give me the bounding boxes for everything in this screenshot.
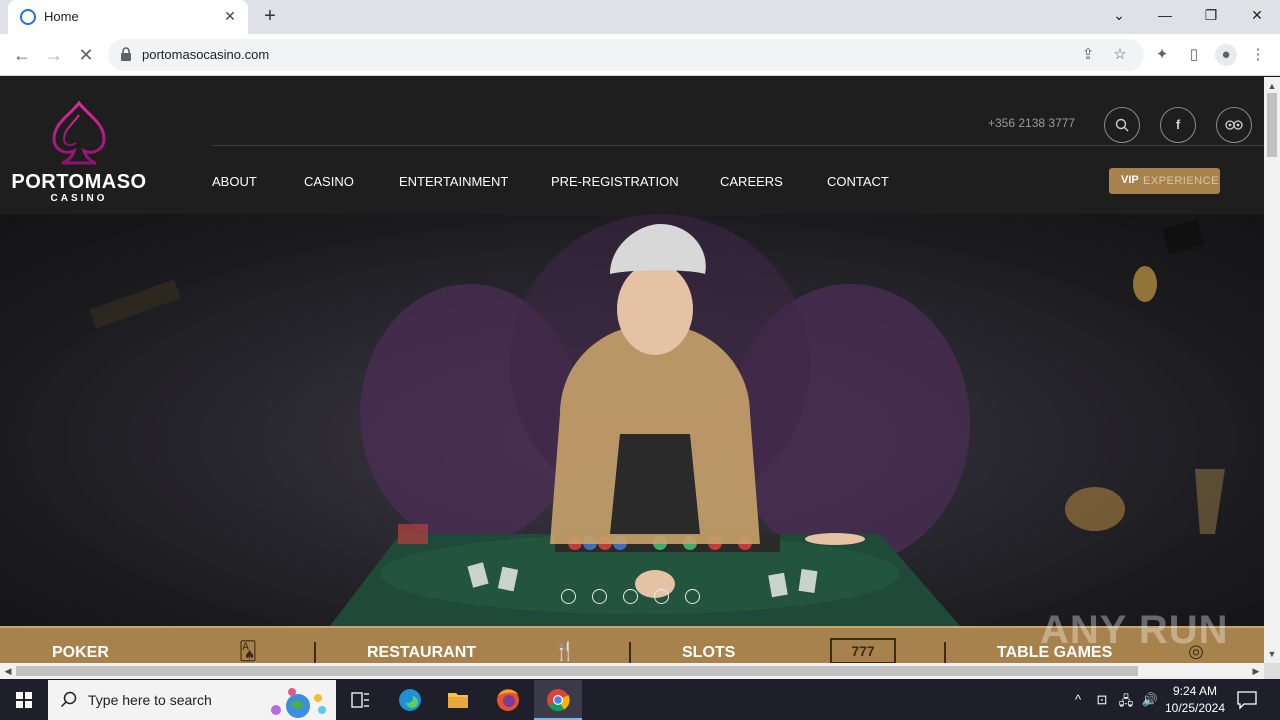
tab-search-icon[interactable]: ⌄ (1096, 0, 1142, 30)
back-icon[interactable]: ← (9, 42, 35, 68)
category-divider (314, 642, 316, 663)
close-window-button[interactable]: ✕ (1234, 0, 1280, 30)
horizontal-scroll-thumb[interactable] (16, 666, 1138, 676)
search-highlight-art-icon (271, 688, 326, 718)
firefox-icon[interactable] (484, 680, 532, 720)
minimize-button[interactable]: — (1142, 0, 1188, 30)
search-placeholder: Type here to search (88, 692, 212, 708)
facebook-icon[interactable]: f (1160, 107, 1196, 143)
tab-title: Home (44, 9, 79, 24)
clock-date: 10/25/2024 (1164, 701, 1226, 715)
scroll-up-icon[interactable]: ▲ (1264, 79, 1280, 93)
slider-dot-3[interactable] (623, 589, 638, 604)
clock-time: 9:24 AM (1172, 684, 1218, 698)
url-text: portomasocasino.com (142, 47, 270, 62)
windows-taskbar: Type here to search ^ ⊡ 🖧 🔊 9:24 AM 10/2… (0, 680, 1280, 720)
tripadvisor-owl-icon (1225, 120, 1243, 130)
fork-knife-icon: 🍴 (553, 641, 577, 661)
task-view-icon[interactable] (336, 680, 384, 720)
slider-dot-4[interactable] (654, 589, 669, 604)
profile-avatar-icon[interactable]: ● (1215, 44, 1237, 66)
nav-contact[interactable]: CONTACT (827, 174, 889, 189)
playing-cards-icon: 🂡 (238, 641, 258, 661)
vip-experience-button[interactable]: VIP EXPERIENCE (1109, 168, 1220, 194)
horizontal-scrollbar[interactable]: ◀ ▶ (0, 663, 1264, 679)
anyrun-watermark: ANY RUN (1040, 608, 1229, 652)
file-explorer-icon[interactable] (434, 680, 482, 720)
edge-browser-icon[interactable] (386, 680, 434, 720)
tripadvisor-icon[interactable] (1216, 107, 1252, 143)
windows-logo-icon (16, 692, 32, 708)
scroll-right-icon[interactable]: ▶ (1249, 663, 1263, 679)
vertical-scroll-thumb[interactable] (1267, 93, 1277, 157)
start-button[interactable] (0, 680, 48, 720)
scroll-left-icon[interactable]: ◀ (1, 663, 15, 679)
chrome-icon[interactable] (534, 680, 582, 720)
slider-dot-2[interactable] (592, 589, 607, 604)
extensions-icon[interactable]: ✦ (1151, 44, 1173, 66)
site-header: PORTOMASO CASINO +356 2138 3777 f ABOUT … (0, 77, 1264, 214)
browser-toolbar: ← → ✕ portomasocasino.com ⇪ ☆ ✦ ▯ ● ⋮ (0, 34, 1280, 76)
show-hidden-icons-icon[interactable]: ^ (1068, 692, 1088, 707)
volume-icon[interactable]: 🔊 (1140, 692, 1160, 708)
site-search-button[interactable] (1104, 107, 1140, 143)
tab-close-icon[interactable]: ✕ (220, 6, 240, 26)
nav-careers[interactable]: CAREERS (720, 174, 783, 189)
notification-center-icon[interactable] (1236, 690, 1258, 710)
spade-logo-icon (52, 101, 106, 165)
share-icon[interactable]: ⇪ (1078, 45, 1098, 65)
hero-casino-image (89, 214, 1225, 626)
address-bar[interactable]: portomasocasino.com ⇪ ☆ (108, 39, 1144, 71)
forward-icon[interactable]: → (41, 42, 67, 68)
logo-brand-text: PORTOMASO (11, 171, 147, 193)
hero-slider[interactable] (0, 214, 1264, 626)
side-panel-icon[interactable]: ▯ (1183, 44, 1205, 66)
network-icon[interactable]: 🖧 (1116, 692, 1136, 714)
category-divider (944, 642, 946, 663)
nav-casino[interactable]: CASINO (304, 174, 354, 189)
logo-sub-text: CASINO (50, 193, 108, 204)
category-restaurant[interactable]: RESTAURANT (367, 644, 476, 662)
chrome-menu-icon[interactable]: ⋮ (1247, 44, 1269, 66)
usb-device-icon[interactable]: ⊡ (1092, 692, 1112, 708)
slider-dot-1[interactable] (561, 589, 576, 604)
phone-number[interactable]: +356 2138 3777 (988, 116, 1075, 130)
vip-label: VIP (1121, 174, 1139, 186)
web-page: PORTOMASO CASINO +356 2138 3777 f ABOUT … (0, 77, 1264, 663)
vertical-scrollbar[interactable]: ▲ ▼ (1264, 77, 1280, 663)
stop-loading-icon[interactable]: ✕ (73, 42, 99, 68)
nav-entertainment[interactable]: ENTERTAINMENT (399, 174, 508, 189)
loading-favicon-icon (20, 9, 36, 25)
slider-dot-5[interactable] (685, 589, 700, 604)
browser-tab-bar: Home ✕ + ⌄ — ❐ ✕ (0, 0, 1280, 34)
category-poker[interactable]: POKER (52, 644, 109, 662)
taskbar-search-box[interactable]: Type here to search (48, 680, 336, 720)
lock-icon (121, 47, 131, 61)
portomaso-logo[interactable]: PORTOMASO CASINO (6, 101, 152, 205)
category-slots[interactable]: SLOTS (682, 644, 735, 662)
search-icon (1115, 118, 1129, 132)
header-divider (212, 145, 1264, 146)
new-tab-button[interactable]: + (258, 4, 282, 28)
scroll-down-icon[interactable]: ▼ (1264, 647, 1280, 661)
search-icon (60, 691, 77, 708)
scrollbar-corner (1264, 663, 1280, 679)
nav-pre-registration[interactable]: PRE-REGISTRATION (551, 174, 679, 189)
bookmark-star-icon[interactable]: ☆ (1110, 45, 1130, 65)
browser-tab-home[interactable]: Home ✕ (8, 0, 248, 34)
nav-about[interactable]: ABOUT (212, 174, 257, 189)
experience-label: EXPERIENCE (1143, 175, 1219, 187)
taskbar-clock[interactable]: 9:24 AM 10/25/2024 (1160, 683, 1230, 717)
slot-777-icon: 777 (830, 638, 896, 663)
category-divider (629, 642, 631, 663)
restore-button[interactable]: ❐ (1188, 0, 1234, 30)
